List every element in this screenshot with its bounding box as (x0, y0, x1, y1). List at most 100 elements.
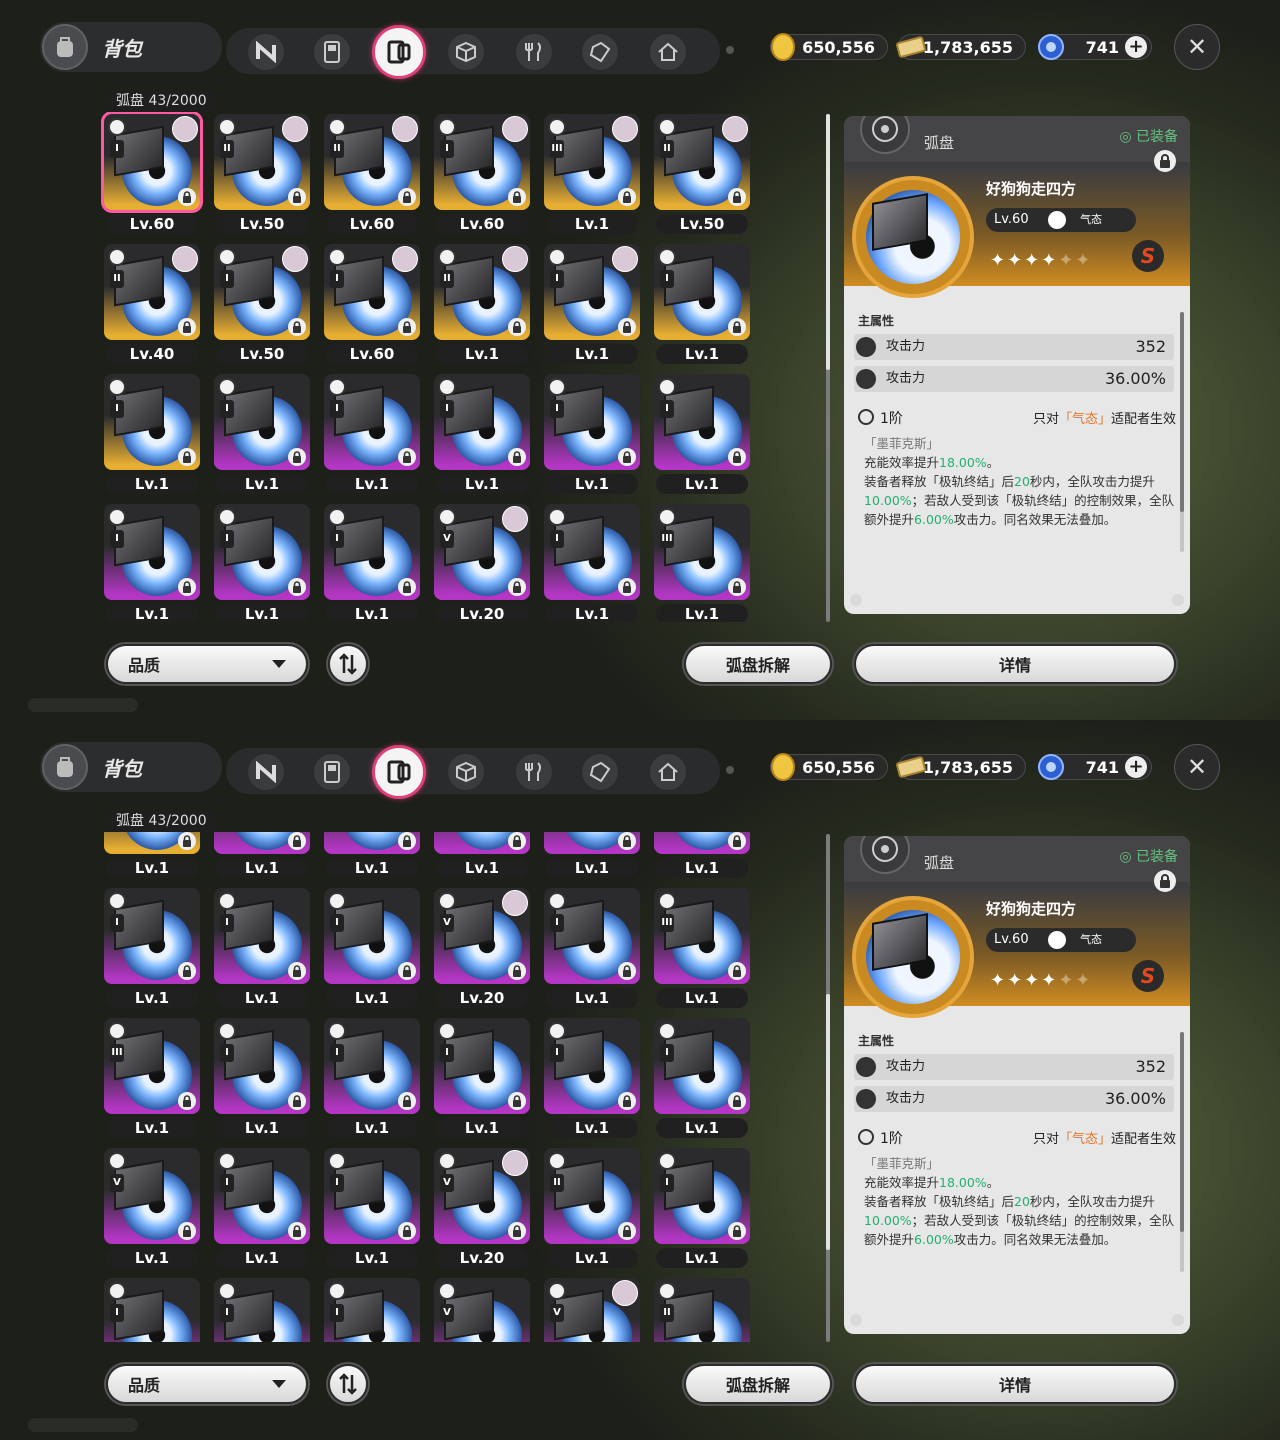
disc-card[interactable]: I Lv.1 (544, 1018, 640, 1138)
disc-card[interactable]: III Lv.1 (654, 504, 750, 622)
detail-scrollbar[interactable] (1180, 312, 1184, 552)
disc-card[interactable]: I Lv.50 (214, 244, 310, 364)
disc-card[interactable]: I Lv.60 (434, 114, 530, 234)
disc-card[interactable]: I Lv.1 (654, 1148, 750, 1268)
disc-card[interactable]: V Lv.20 (434, 888, 530, 1008)
tab-card-pack-icon[interactable] (582, 34, 618, 70)
tab-home-icon[interactable] (650, 34, 686, 70)
add-gem-button[interactable]: + (1125, 36, 1147, 58)
disc-card[interactable]: I Lv.1 (104, 374, 200, 494)
detail-scroll-thumb[interactable] (1180, 312, 1184, 512)
tab-fork-knife-icon[interactable] (516, 34, 552, 70)
tab-n-logo-icon[interactable] (248, 34, 284, 70)
disc-card[interactable]: I (324, 1278, 420, 1342)
tab-home-icon[interactable] (650, 754, 686, 790)
tab-fork-knife-icon[interactable] (516, 754, 552, 790)
disc-card[interactable]: II Lv.50 (654, 114, 750, 234)
disc-card[interactable]: II (654, 1278, 750, 1342)
disc-card[interactable]: I Lv.1 (214, 374, 310, 494)
close-button[interactable]: ✕ (1174, 24, 1220, 70)
disc-card[interactable]: I Lv.1 (654, 1018, 750, 1138)
dismantle-button[interactable]: 弧盘拆解 (684, 1364, 832, 1404)
dismantle-button[interactable]: 弧盘拆解 (684, 644, 832, 684)
disc-card[interactable]: I Lv.1 (324, 374, 420, 494)
grid-scroll-thumb[interactable] (826, 114, 830, 370)
disc-grid[interactable]: Lv.1 Lv.1 Lv.1 Lv.1 Lv.1 Lv.1 I Lv.1 I Lv.1 I Lv.1 V… (100, 832, 760, 1342)
quality-filter-dropdown[interactable]: 品质 (106, 644, 308, 684)
disc-card[interactable]: Lv.1 (104, 832, 200, 878)
disc-card[interactable]: III Lv.1 (544, 114, 640, 234)
close-button[interactable]: ✕ (1174, 744, 1220, 790)
disc-card[interactable]: V (544, 1278, 640, 1342)
quality-filter-dropdown[interactable]: 品质 (106, 1364, 308, 1404)
grid-scrollbar[interactable] (826, 114, 830, 622)
disc-grid[interactable]: I Lv.60 II Lv.50 II Lv.60 I Lv.60 III Lv.1 II Lv.50… (100, 112, 760, 622)
gem-currency: 741 + (1038, 34, 1152, 60)
disc-card[interactable]: I Lv.1 (544, 888, 640, 1008)
disc-card[interactable]: I Lv.1 (214, 888, 310, 1008)
disc-card[interactable]: I Lv.1 (654, 244, 750, 364)
disc-card[interactable]: III Lv.1 (654, 888, 750, 1008)
disc-card[interactable]: I Lv.1 (104, 888, 200, 1008)
tab-gameboy-icon[interactable] (314, 34, 350, 70)
only-pre: 只对 (1032, 1132, 1059, 1147)
disc-card[interactable]: II Lv.1 (544, 1148, 640, 1268)
disc-card[interactable]: I Lv.1 (544, 244, 640, 364)
disc-card[interactable]: I Lv.1 (324, 1018, 420, 1138)
disc-card[interactable]: I Lv.1 (104, 504, 200, 622)
disc-card[interactable]: I Lv.1 (434, 374, 530, 494)
disc-card[interactable]: V Lv.1 (104, 1148, 200, 1268)
sort-order-button[interactable] (328, 644, 368, 684)
disc-card[interactable]: I Lv.1 (324, 504, 420, 622)
disc-card-art (434, 832, 530, 854)
tab-n-logo-icon[interactable] (248, 754, 284, 790)
detail-scrollbar[interactable] (1180, 1032, 1184, 1272)
disc-card[interactable]: Lv.1 (434, 832, 530, 878)
disc-card[interactable]: I Lv.1 (654, 374, 750, 494)
details-button[interactable]: 详情 (854, 644, 1176, 684)
disc-card[interactable]: I Lv.1 (544, 374, 640, 494)
tab-gameboy-icon[interactable] (314, 754, 350, 790)
disc-card[interactable]: II Lv.60 (324, 114, 420, 234)
disc-card[interactable]: I Lv.1 (324, 1148, 420, 1268)
disc-card[interactable]: I Lv.1 (214, 504, 310, 622)
lock-toggle[interactable] (1154, 870, 1176, 892)
disc-card[interactable]: I Lv.1 (434, 1018, 530, 1138)
tab-disc-drive-icon[interactable] (372, 25, 426, 79)
disc-card[interactable]: V Lv.20 (434, 504, 530, 622)
detail-scroll-thumb[interactable] (1180, 1032, 1184, 1232)
disc-card[interactable]: I Lv.1 (324, 888, 420, 1008)
tab-cube-icon[interactable] (448, 754, 484, 790)
tab-cube-icon[interactable] (448, 34, 484, 70)
disc-card[interactable]: I Lv.1 (214, 1148, 310, 1268)
tab-card-pack-icon[interactable] (582, 754, 618, 790)
details-button[interactable]: 详情 (854, 1364, 1176, 1404)
chevron-down-icon (272, 660, 286, 668)
tab-disc-drive-icon[interactable] (372, 745, 426, 799)
stat-row: 攻击力 36.00% (854, 366, 1174, 392)
disc-card-art: II (214, 114, 310, 210)
disc-card[interactable]: I Lv.60 (101, 112, 203, 234)
disc-card[interactable]: I Lv.1 (544, 504, 640, 622)
lock-toggle[interactable] (1154, 150, 1176, 172)
disc-card[interactable]: I Lv.1 (214, 1018, 310, 1138)
disc-card[interactable]: V Lv.20 (434, 1148, 530, 1268)
disc-card[interactable]: Lv.1 (214, 832, 310, 878)
add-gem-button[interactable]: + (1125, 756, 1147, 778)
disc-card[interactable]: Lv.1 (544, 832, 640, 878)
grid-scrollbar[interactable] (826, 834, 830, 1342)
disc-card[interactable]: II Lv.40 (104, 244, 200, 364)
disc-card[interactable]: Lv.1 (654, 832, 750, 878)
lock-icon (288, 188, 306, 206)
disc-card[interactable]: III Lv.1 (104, 1018, 200, 1138)
disc-card[interactable]: Lv.1 (324, 832, 420, 878)
attack-icon (856, 369, 876, 389)
disc-card[interactable]: II Lv.50 (214, 114, 310, 234)
disc-card[interactable]: I (214, 1278, 310, 1342)
disc-card[interactable]: I Lv.60 (324, 244, 420, 364)
disc-card[interactable]: V (434, 1278, 530, 1342)
grid-scroll-thumb[interactable] (826, 994, 830, 1250)
sort-order-button[interactable] (328, 1364, 368, 1404)
disc-card[interactable]: II Lv.1 (434, 244, 530, 364)
disc-card[interactable]: I (104, 1278, 200, 1342)
